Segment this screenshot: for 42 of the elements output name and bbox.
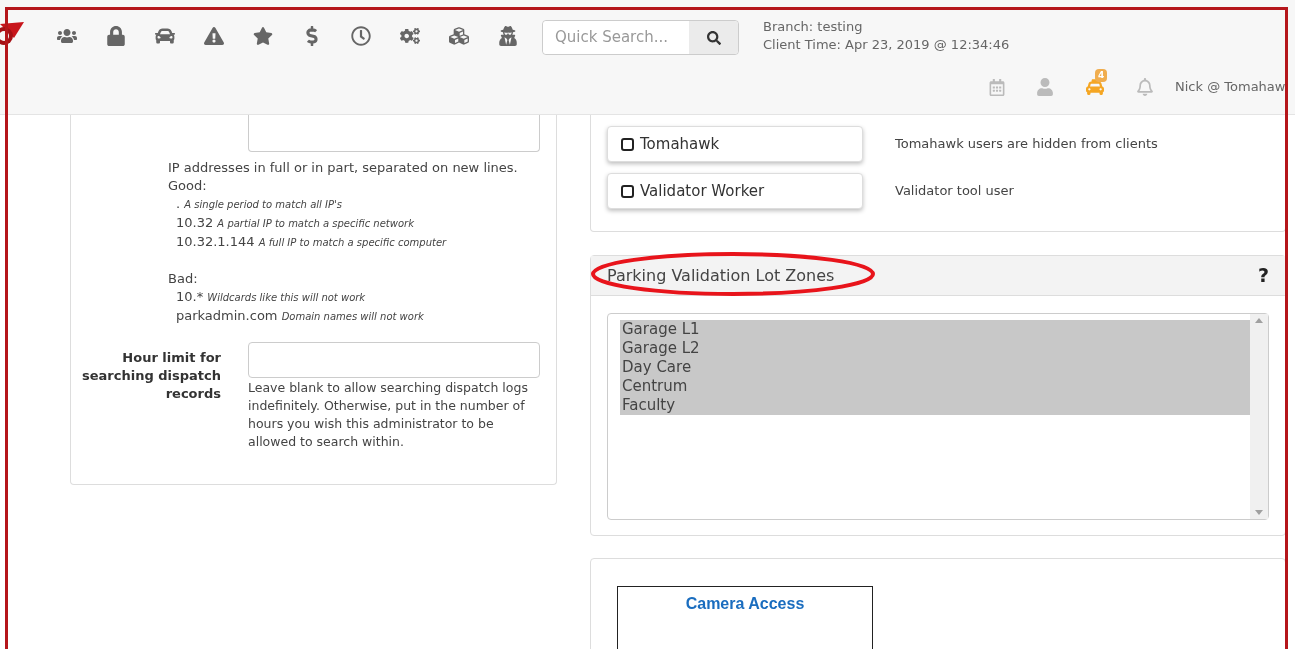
list-option[interactable]: Garage L1	[620, 320, 1250, 339]
list-option[interactable]: Day Care	[620, 358, 1250, 377]
hour-limit-input[interactable]	[248, 342, 540, 378]
panel-title: Parking Validation Lot Zones	[607, 264, 835, 287]
bad-label: Bad:	[168, 270, 199, 288]
list-option[interactable]: Garage L2	[620, 339, 1250, 358]
checkbox[interactable]	[621, 184, 634, 198]
help-icon[interactable]: ?	[1257, 261, 1269, 290]
zones-listbox[interactable]: Garage L1 Garage L2 Day Care Centrum Faculty	[607, 313, 1269, 520]
gears-icon[interactable]	[400, 26, 420, 46]
field-label: Hour limit for searching dispatch records	[81, 349, 221, 403]
branch-label: Branch: testing	[763, 18, 864, 36]
search-icon	[706, 30, 721, 45]
clock-icon[interactable]	[351, 26, 371, 46]
star-icon[interactable]	[253, 26, 273, 46]
role-description: Validator tool user	[895, 182, 1014, 201]
notification-badge: 4	[1095, 69, 1108, 82]
list-option[interactable]: Centrum	[620, 377, 1250, 396]
role-description: Tomahawk users are hidden from clients	[895, 135, 1158, 154]
list-option[interactable]: Faculty	[620, 396, 1250, 415]
ip-help-text: IP addresses in full or in part, separated on new lines.	[168, 159, 519, 177]
good-label: Good:	[168, 177, 208, 195]
spy-icon[interactable]	[498, 26, 518, 46]
camera-title: Camera Access	[685, 594, 805, 614]
car-icon[interactable]	[155, 26, 175, 46]
role-toggle[interactable]: Tomahawk	[607, 126, 863, 162]
checkbox[interactable]	[621, 137, 634, 151]
lock-icon[interactable]	[106, 26, 126, 46]
field-help-text: Leave blank to allow searching dispatch logs indefinitely. Otherwise, put in the number of hours you wish this administrator to be allowed to search within.	[248, 379, 529, 451]
user-menu[interactable]: Nick @ Tomahaw	[1175, 77, 1295, 97]
example-line: . A single period to match all IP's	[176, 195, 343, 213]
cubes-icon[interactable]	[449, 26, 469, 46]
example-line: 10.* Wildcards like this will not work	[176, 288, 367, 306]
users-icon[interactable]	[57, 26, 77, 46]
role-toggle[interactable]: Validator Worker	[607, 173, 863, 209]
search-button[interactable]	[689, 21, 738, 54]
example-line: 10.32 A partial IP to match a specific network	[176, 214, 415, 232]
example-line: parkadmin.com Domain names will not work	[176, 307, 425, 325]
warning-icon[interactable]	[204, 26, 224, 46]
example-line: 10.32.1.144 A full IP to match a specific computer	[176, 233, 448, 251]
search-field[interactable]: Quick Search...	[542, 20, 739, 55]
client-time: Client Time: Apr 23, 2019 @ 12:34:46	[763, 36, 1010, 54]
